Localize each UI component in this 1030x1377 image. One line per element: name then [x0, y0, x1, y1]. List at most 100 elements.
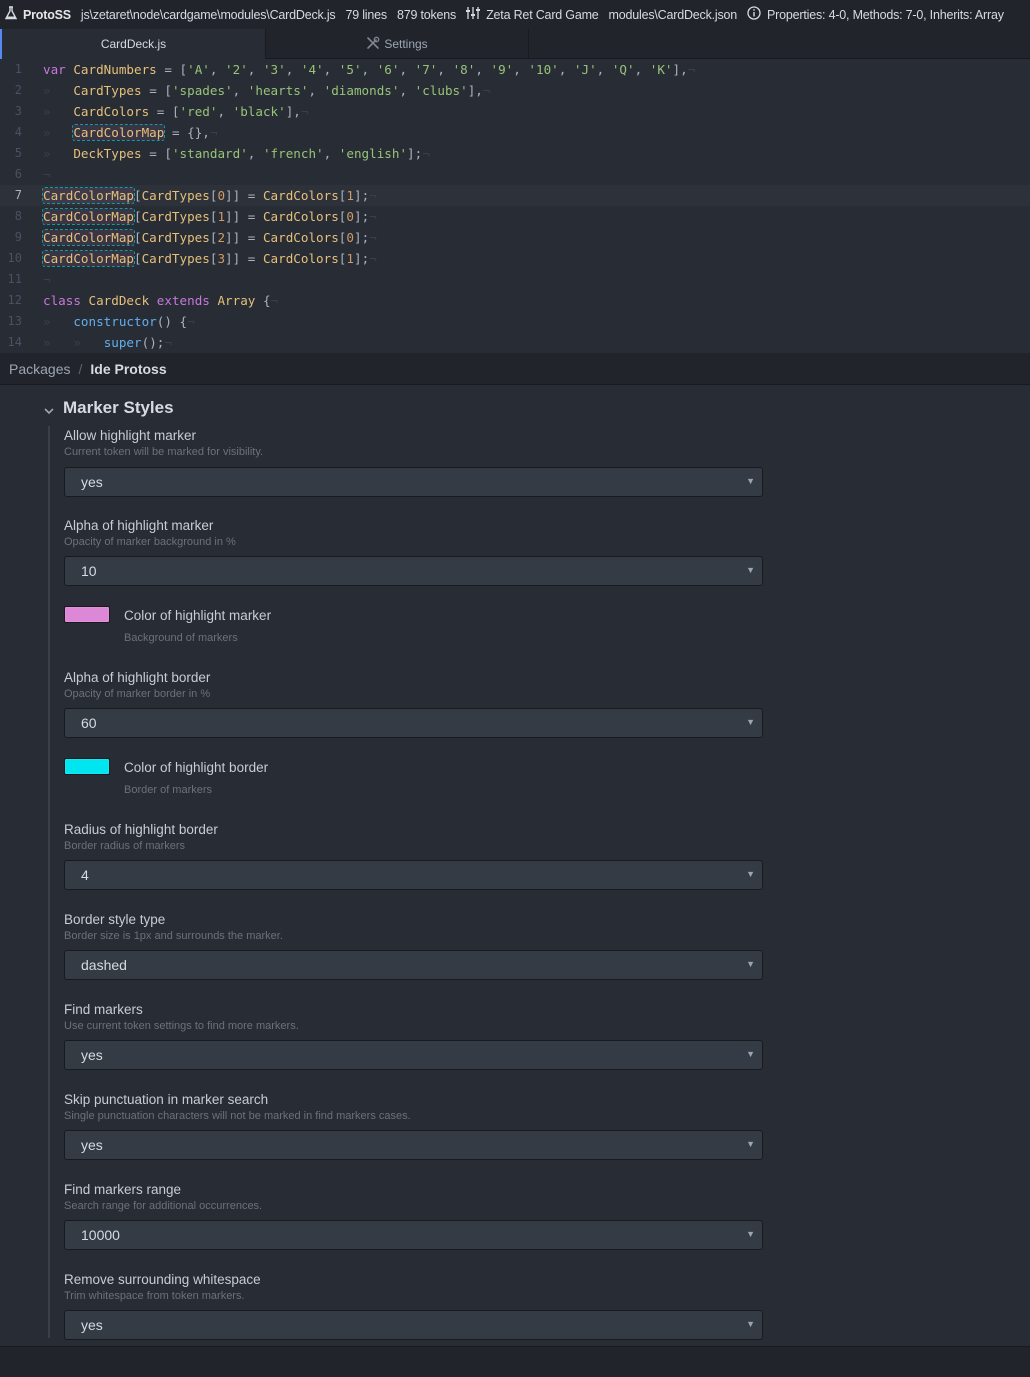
- setting-description: Border radius of markers: [64, 840, 186, 852]
- code-line[interactable]: 11 ¬: [0, 269, 1030, 290]
- setting-description: Background of markers: [124, 632, 238, 644]
- line-number: 3: [14, 104, 22, 118]
- code-line-current[interactable]: 7 CardColorMap[CardTypes[0]] = CardColors…: [0, 185, 1030, 206]
- code-line[interactable]: 6 ¬: [0, 164, 1030, 185]
- setting-allow-highlight-marker: Allow highlight marker Current token wil…: [64, 428, 763, 497]
- code-text: var CardNumbers = ['A', '2', '3', '4', '…: [43, 62, 696, 77]
- line-number: 4: [14, 125, 22, 139]
- alpha-highlight-marker-select[interactable]: 10 ▼: [64, 556, 763, 586]
- setting-description: Border of markers: [124, 784, 213, 796]
- code-text: ¬: [43, 167, 51, 182]
- find-markers-select[interactable]: yes ▼: [64, 1040, 763, 1070]
- app-name: ProtoSS: [23, 7, 71, 22]
- setting-title: Color of highlight border: [124, 760, 269, 775]
- class-info-text: Properties: 4-0, Methods: 7-0, Inherits:…: [767, 7, 1004, 22]
- code-line[interactable]: 5 » DeckTypes = ['standard', 'french', 'e…: [0, 143, 1030, 164]
- setting-find-markers: Find markers Use current token settings …: [64, 1002, 763, 1070]
- info-icon: [747, 6, 761, 23]
- code-editor[interactable]: 1 var CardNumbers = ['A', '2', '3', '4', …: [0, 59, 1030, 353]
- select-value: 10: [81, 563, 97, 579]
- skip-punctuation-select[interactable]: yes ▼: [64, 1130, 763, 1160]
- section-header-marker-styles[interactable]: Marker Styles: [44, 398, 174, 418]
- code-line[interactable]: 4 » CardColorMap = {},¬: [0, 122, 1030, 143]
- code-line[interactable]: 3 » CardColors = ['red', 'black'],¬: [0, 101, 1030, 122]
- setting-alpha-highlight-border: Alpha of highlight border Opacity of mar…: [64, 670, 763, 738]
- code-text: » CardTypes = ['spades', 'hearts', 'diam…: [43, 83, 491, 98]
- project-indicator[interactable]: Zeta Ret Card Game: [466, 7, 599, 22]
- token-count: 879 tokens: [396, 7, 457, 22]
- dropdown-arrow-icon: ▼: [746, 565, 755, 575]
- code-line[interactable]: 12 class CardDeck extends Array {¬: [0, 290, 1030, 311]
- tab-carddeck-js[interactable]: CardDeck.js: [0, 29, 265, 59]
- line-count: 79 lines: [345, 7, 387, 22]
- dropdown-arrow-icon: ▼: [746, 1139, 755, 1149]
- code-line[interactable]: 9 CardColorMap[CardTypes[2]] = CardColors…: [0, 227, 1030, 248]
- bottom-panel-bar: [0, 1346, 1030, 1377]
- breadcrumb-current: Ide Protoss: [90, 360, 167, 377]
- code-line[interactable]: 2 » CardTypes = ['spades', 'hearts', 'dia…: [0, 80, 1030, 101]
- setting-title: Allow highlight marker: [64, 428, 197, 443]
- section-divider: [48, 426, 50, 1338]
- project-name: Zeta Ret Card Game: [486, 7, 599, 22]
- tab-settings[interactable]: Settings: [265, 29, 529, 59]
- color-swatch-highlight-marker[interactable]: [64, 606, 110, 623]
- settings-tools-icon: [366, 36, 380, 53]
- line-number: 14: [7, 335, 22, 349]
- setting-description: Opacity of marker border in %: [64, 688, 211, 700]
- select-value: 4: [81, 867, 89, 883]
- flask-icon: [4, 6, 18, 23]
- code-text: CardColorMap[CardTypes[1]] = CardColors[…: [42, 208, 377, 225]
- line-number: 7: [14, 188, 22, 202]
- setting-description: Search range for additional occurrences.: [64, 1200, 263, 1212]
- setting-color-highlight-border: Color of highlight border Border of mark…: [64, 758, 464, 808]
- code-line[interactable]: 13 » constructor() {¬: [0, 311, 1030, 332]
- setting-skip-punctuation: Skip punctuation in marker search Single…: [64, 1092, 763, 1160]
- status-bar: ProtoSS js\zetaret\node\cardgame\modules…: [0, 0, 1030, 29]
- class-info[interactable]: Properties: 4-0, Methods: 7-0, Inherits:…: [747, 6, 1004, 23]
- find-markers-range-select[interactable]: 10000 ▼: [64, 1220, 763, 1250]
- line-number: 12: [7, 293, 22, 307]
- setting-title: Alpha of highlight border: [64, 670, 211, 685]
- radius-highlight-border-select[interactable]: 4 ▼: [64, 860, 763, 890]
- code-line[interactable]: 10 CardColorMap[CardTypes[3]] = CardColor…: [0, 248, 1030, 269]
- setting-description: Single punctuation characters will not b…: [64, 1110, 411, 1122]
- select-value: yes: [81, 474, 103, 490]
- code-line[interactable]: 14 » » super();¬: [0, 332, 1030, 353]
- setting-title: Remove surrounding whitespace: [64, 1272, 261, 1287]
- code-text: ¬: [43, 272, 51, 287]
- line-number: 11: [7, 272, 22, 286]
- breadcrumb-packages[interactable]: Packages: [9, 361, 70, 377]
- setting-description: Current token will be marked for visibil…: [64, 446, 264, 458]
- setting-description: Use current token settings to find more …: [64, 1020, 299, 1032]
- json-file[interactable]: modules\CardDeck.json: [609, 8, 738, 22]
- setting-alpha-highlight-marker: Alpha of highlight marker Opacity of mar…: [64, 518, 763, 586]
- dropdown-arrow-icon: ▼: [746, 1049, 755, 1059]
- code-line[interactable]: 1 var CardNumbers = ['A', '2', '3', '4', …: [0, 59, 1030, 80]
- app-brand[interactable]: ProtoSS js\zetaret\node\cardgame\modules…: [4, 6, 336, 23]
- allow-highlight-marker-select[interactable]: yes ▼: [64, 467, 763, 497]
- setting-title: Alpha of highlight marker: [64, 518, 214, 533]
- code-text: » CardColors = ['red', 'black'],¬: [43, 104, 309, 119]
- section-title: Marker Styles: [63, 398, 174, 417]
- setting-find-markers-range: Find markers range Search range for addi…: [64, 1182, 763, 1250]
- setting-color-highlight-marker: Color of highlight marker Background of …: [64, 606, 464, 656]
- setting-description: Opacity of marker background in %: [64, 536, 236, 548]
- setting-title: Color of highlight marker: [124, 608, 272, 623]
- chevron-down-icon[interactable]: [44, 403, 54, 415]
- setting-remove-whitespace: Remove surrounding whitespace Trim white…: [64, 1272, 763, 1340]
- tab-bar: CardDeck.js Settings: [0, 29, 1030, 59]
- border-style-type-select[interactable]: dashed ▼: [64, 950, 763, 980]
- color-swatch-highlight-border[interactable]: [64, 758, 110, 775]
- setting-border-style-type: Border style type Border size is 1px and…: [64, 912, 763, 980]
- settings-panel: Marker Styles Allow highlight marker Cur…: [0, 386, 1030, 1346]
- setting-title: Find markers: [64, 1002, 143, 1017]
- code-line[interactable]: 8 CardColorMap[CardTypes[1]] = CardColors…: [0, 206, 1030, 227]
- alpha-highlight-border-select[interactable]: 60 ▼: [64, 708, 763, 738]
- setting-title: Border style type: [64, 912, 166, 927]
- dropdown-arrow-icon: ▼: [746, 1229, 755, 1239]
- remove-whitespace-select[interactable]: yes ▼: [64, 1310, 763, 1340]
- code-text: » CardColorMap = {},¬: [43, 124, 218, 141]
- setting-title: Radius of highlight border: [64, 822, 218, 837]
- line-number: 8: [14, 209, 22, 223]
- code-text: CardColorMap[CardTypes[3]] = CardColors[…: [42, 250, 377, 267]
